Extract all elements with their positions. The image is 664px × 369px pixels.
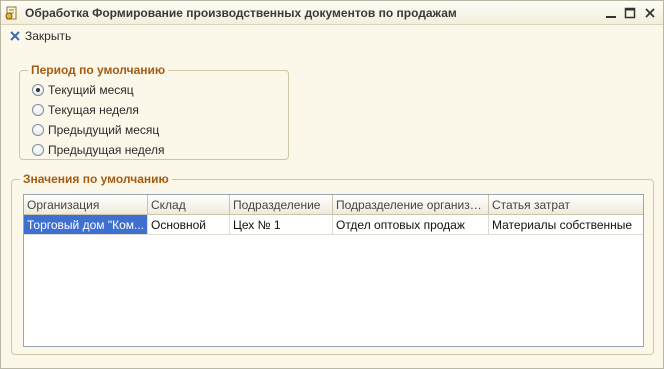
cell-cost-item[interactable]: Материалы собственные (489, 215, 643, 234)
table-row[interactable]: Торговый дом "Ком... Основной Цех № 1 От… (24, 215, 643, 235)
radio-previous-week[interactable]: Предыдущая неделя (32, 142, 165, 158)
column-header-warehouse[interactable]: Склад (148, 195, 230, 214)
period-group-title: Период по умолчанию (28, 63, 169, 77)
radio-button[interactable] (32, 144, 44, 156)
command-bar: Закрыть (1, 25, 663, 47)
cell-organization[interactable]: Торговый дом "Ком... (24, 215, 148, 234)
minimize-button[interactable] (602, 4, 620, 22)
radio-label: Предыдущий месяц (48, 123, 160, 137)
radio-label: Текущий месяц (48, 83, 134, 97)
processing-window: Обработка Формирование производственных … (0, 0, 664, 369)
radio-button[interactable] (32, 124, 44, 136)
minimize-icon (606, 16, 616, 18)
radio-current-month[interactable]: Текущий месяц (32, 82, 134, 98)
window-title: Обработка Формирование производственных … (25, 6, 457, 20)
radio-label: Текущая неделя (48, 103, 139, 117)
column-header-organization[interactable]: Организация (24, 195, 148, 214)
defaults-table[interactable]: Организация Склад Подразделение Подразде… (23, 194, 644, 347)
defaults-group-title: Значения по умолчанию (20, 172, 172, 186)
radio-previous-month[interactable]: Предыдущий месяц (32, 122, 159, 138)
maximize-button[interactable] (621, 4, 639, 22)
close-window-button[interactable] (641, 4, 659, 22)
period-group: Период по умолчанию Текущий месяц Текуща… (19, 63, 289, 160)
close-command-label: Закрыть (25, 29, 72, 43)
table-header: Организация Склад Подразделение Подразде… (24, 195, 643, 215)
title-bar[interactable]: Обработка Формирование производственных … (1, 1, 663, 25)
radio-current-week[interactable]: Текущая неделя (32, 102, 139, 118)
close-icon (645, 8, 655, 18)
processing-icon (5, 6, 17, 20)
cell-org-department[interactable]: Отдел оптовых продаж (333, 215, 489, 234)
column-header-org-department[interactable]: Подразделение организации (333, 195, 489, 214)
radio-button[interactable] (32, 104, 44, 116)
maximize-icon (624, 7, 636, 19)
close-cross-icon (10, 31, 20, 41)
radio-label: Предыдущая неделя (48, 143, 165, 157)
radio-button-checked[interactable] (32, 84, 44, 96)
cell-department[interactable]: Цех № 1 (230, 215, 333, 234)
column-header-department[interactable]: Подразделение (230, 195, 333, 214)
column-header-cost-item[interactable]: Статья затрат (489, 195, 643, 214)
cell-warehouse[interactable]: Основной (148, 215, 230, 234)
close-command-button[interactable]: Закрыть (9, 28, 71, 44)
